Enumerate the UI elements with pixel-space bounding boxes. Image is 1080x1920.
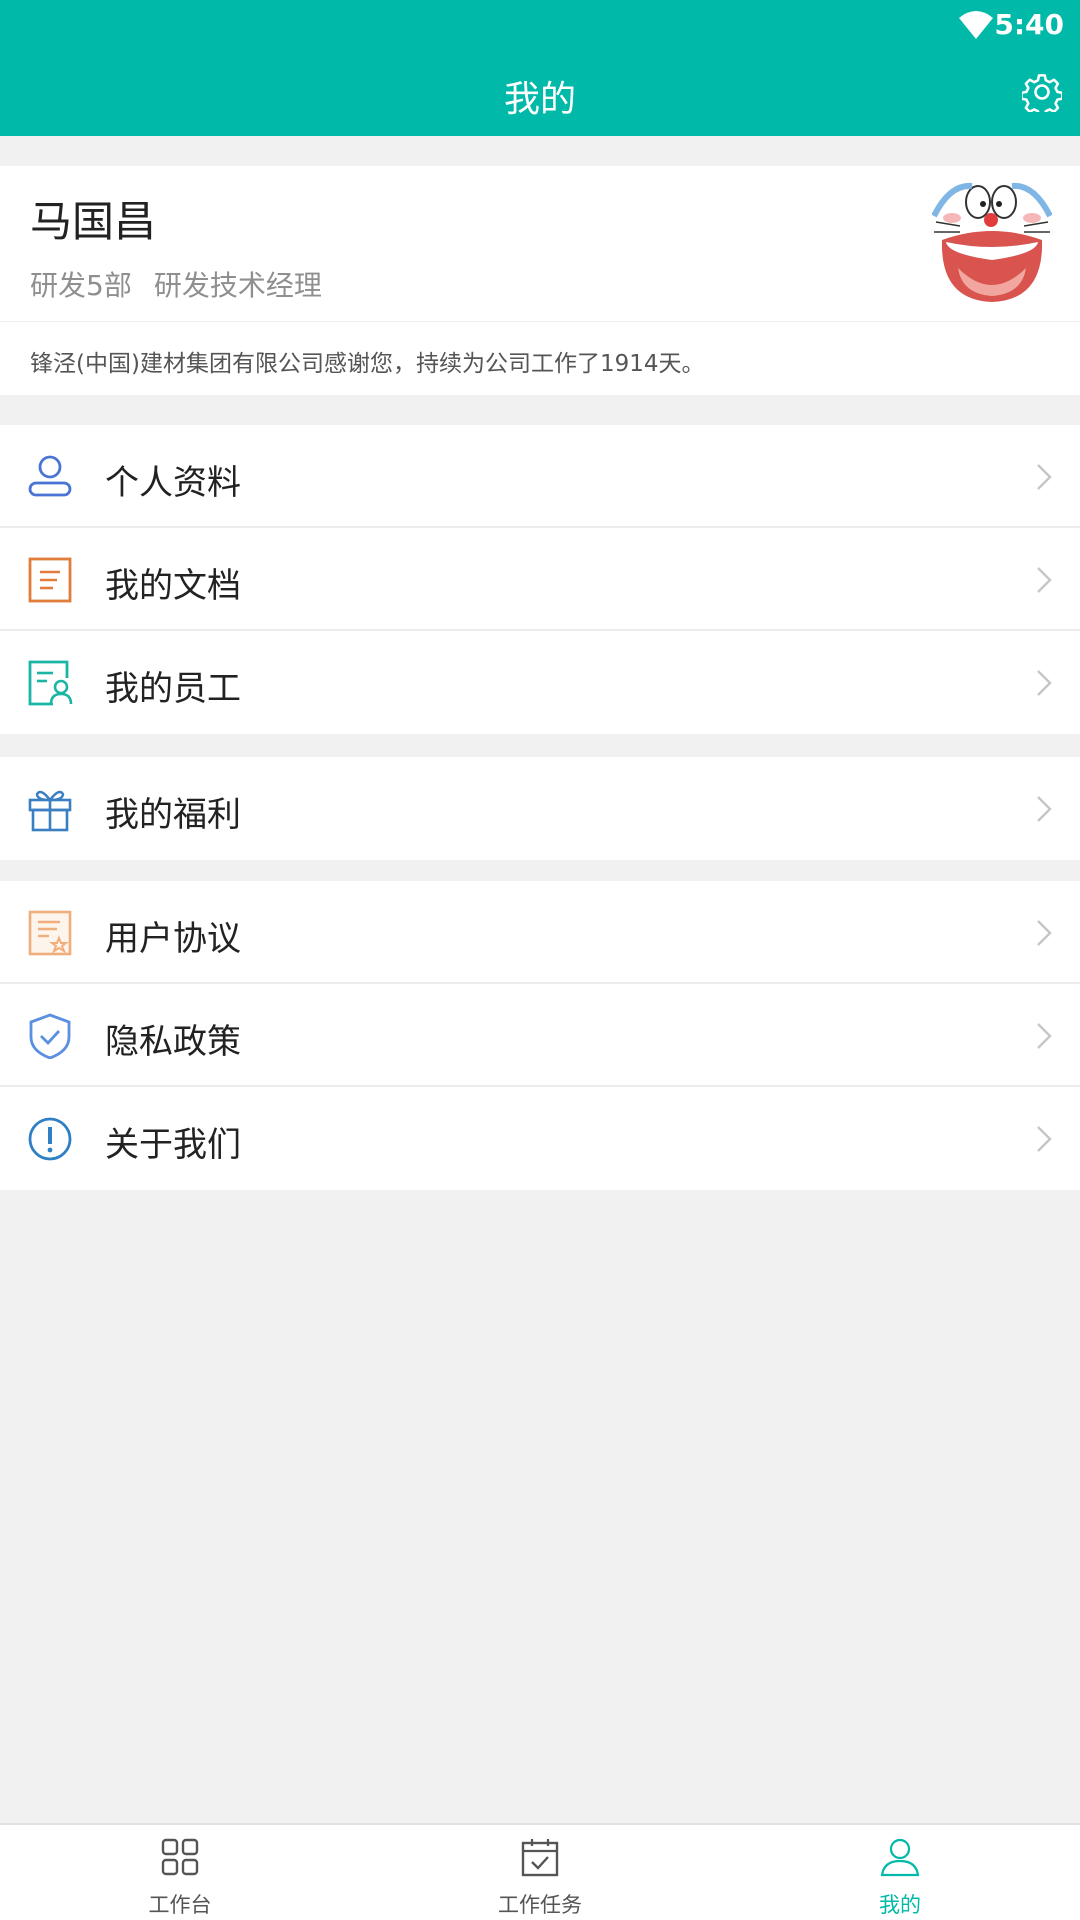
grid-icon bbox=[161, 1838, 199, 1876]
menu-item-label: 用户协议 bbox=[105, 919, 241, 959]
chevron-right-icon bbox=[1037, 920, 1052, 946]
user-department-line: 研发5部 研发技术经理 bbox=[30, 264, 344, 304]
tab-label: 工作台 bbox=[148, 1893, 212, 1917]
chevron-right-icon bbox=[1037, 567, 1052, 593]
menu-item-my-benefits[interactable]: 我的福利 bbox=[0, 757, 1080, 860]
menu-group-personal: 个人资料 我的文档 我的员工 bbox=[0, 425, 1080, 734]
wifi-icon bbox=[959, 11, 993, 39]
chevron-right-icon bbox=[1037, 1126, 1052, 1152]
menu-item-user-agreement[interactable]: 用户协议 bbox=[0, 881, 1080, 984]
menu-item-my-documents[interactable]: 我的文档 bbox=[0, 528, 1080, 631]
shield-icon bbox=[29, 1013, 71, 1059]
page-title: 我的 bbox=[503, 79, 576, 120]
service-days-text: 锋泾(中国)建材集团有限公司感谢您，持续为公司工作了1914天。 bbox=[30, 351, 705, 377]
info-icon bbox=[28, 1117, 72, 1161]
calendar-check-icon bbox=[521, 1839, 559, 1877]
menu-group-benefits: 我的福利 bbox=[0, 757, 1080, 860]
profile-page: 5:40 我的 马国昌 研发5部 研发技术经理 锋泾(中国)建材集团有限公司感谢… bbox=[0, 0, 1080, 1920]
tab-workbench[interactable]: 工作台 bbox=[0, 1825, 360, 1920]
chevron-right-icon bbox=[1037, 796, 1052, 822]
status-time: 5:40 bbox=[994, 8, 1064, 41]
chevron-right-icon bbox=[1037, 464, 1052, 490]
menu-item-label: 我的福利 bbox=[105, 795, 241, 835]
profile-card[interactable]: 马国昌 研发5部 研发技术经理 bbox=[0, 166, 1080, 321]
document-icon bbox=[28, 557, 72, 603]
top-app-bar: 5:40 我的 bbox=[0, 0, 1080, 136]
person-icon bbox=[880, 1838, 920, 1877]
service-days-banner: 锋泾(中国)建材集团有限公司感谢您，持续为公司工作了1914天。 bbox=[0, 322, 1080, 395]
status-bar: 5:40 bbox=[0, 0, 1080, 50]
tab-label: 工作任务 bbox=[498, 1893, 582, 1917]
tab-mine[interactable]: 我的 bbox=[720, 1825, 1080, 1920]
chevron-right-icon bbox=[1037, 670, 1052, 696]
menu-item-label: 我的文档 bbox=[105, 566, 241, 606]
employee-icon bbox=[28, 660, 73, 706]
bottom-tab-bar: 工作台 工作任务 我的 bbox=[0, 1823, 1080, 1920]
chevron-right-icon bbox=[1037, 1023, 1052, 1049]
menu-item-my-employees[interactable]: 我的员工 bbox=[0, 631, 1080, 734]
tab-label: 我的 bbox=[879, 1893, 921, 1917]
tab-work-tasks[interactable]: 工作任务 bbox=[360, 1825, 720, 1920]
menu-item-label: 关于我们 bbox=[105, 1125, 241, 1165]
menu-group-about: 用户协议 隐私政策 关于我们 bbox=[0, 881, 1080, 1190]
menu-item-personal-info[interactable]: 个人资料 bbox=[0, 425, 1080, 528]
avatar[interactable] bbox=[932, 182, 1052, 306]
menu-item-label: 我的员工 bbox=[105, 669, 241, 709]
user-department: 研发5部 bbox=[30, 269, 132, 302]
gear-icon[interactable] bbox=[1022, 72, 1062, 112]
user-name: 马国昌 bbox=[30, 197, 157, 246]
menu-item-about-us[interactable]: 关于我们 bbox=[0, 1087, 1080, 1190]
menu-item-label: 隐私政策 bbox=[105, 1022, 241, 1062]
person-icon bbox=[28, 455, 72, 497]
menu-item-label: 个人资料 bbox=[105, 463, 241, 503]
agreement-icon bbox=[28, 910, 72, 956]
gift-icon bbox=[28, 790, 72, 832]
user-position: 研发技术经理 bbox=[153, 269, 322, 302]
menu-item-privacy-policy[interactable]: 隐私政策 bbox=[0, 984, 1080, 1087]
